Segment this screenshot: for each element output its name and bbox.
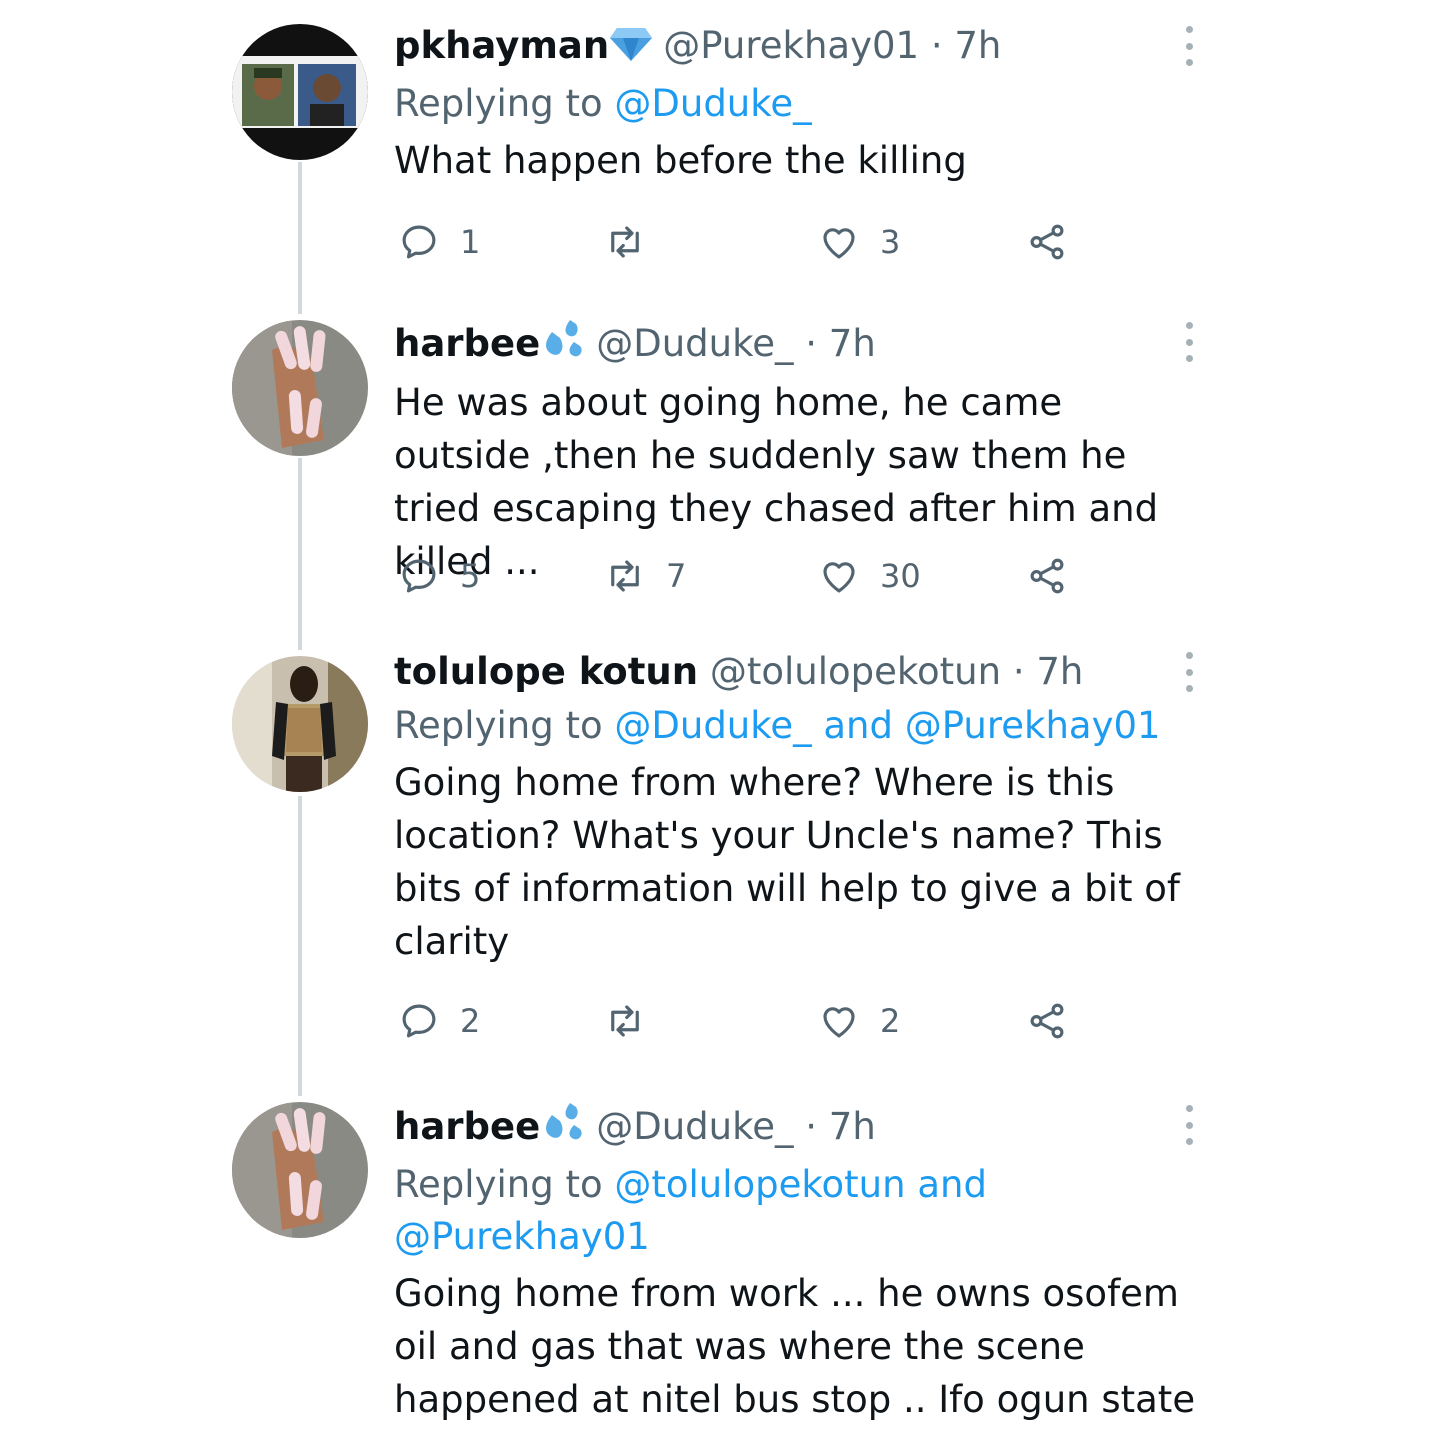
sweat-droplets-icon (540, 318, 586, 372)
thread-connector (298, 796, 302, 1096)
mention-link[interactable]: @Duduke_ (614, 82, 811, 125)
timestamp[interactable]: 7h (954, 24, 1001, 67)
heart-icon (823, 562, 855, 593)
tweet-text: Going home from work ... he owns osofem … (394, 1272, 1196, 1421)
retweet-icon (611, 226, 639, 258)
timestamp[interactable]: 7h (1036, 650, 1083, 693)
retweet-button[interactable] (604, 218, 666, 266)
avatar[interactable] (232, 24, 368, 160)
avatar[interactable] (232, 1102, 368, 1238)
user-handle[interactable]: @Duduke_ (596, 1105, 793, 1148)
reply-icon (402, 559, 436, 593)
heart-icon (823, 228, 855, 259)
retweet-icon (611, 1005, 639, 1037)
thread-connector (298, 458, 302, 650)
tweet-header: harbee @Duduke_ · 7h (394, 318, 1204, 372)
tweet[interactable]: harbee @Duduke_ · 7h He was about going h… (394, 318, 1204, 595)
share-icon (1030, 1003, 1064, 1039)
share-icon (1030, 224, 1064, 260)
more-options-icon[interactable] (1182, 322, 1196, 362)
like-button[interactable]: 2 (818, 997, 900, 1045)
avatar[interactable] (232, 320, 368, 456)
reply-button[interactable]: 1 (398, 218, 480, 266)
thread-connector (298, 162, 302, 314)
share-button[interactable] (1026, 218, 1068, 266)
separator-dot: · (930, 24, 943, 67)
reply-icon (402, 1004, 436, 1038)
timestamp[interactable]: 7h (829, 1105, 876, 1148)
like-button[interactable]: 30 (818, 552, 921, 600)
display-name[interactable]: tolulope kotun (394, 650, 698, 693)
user-handle[interactable]: @tolulopekotun (710, 650, 1001, 693)
retweet-count: 7 (666, 557, 687, 595)
reply-count: 1 (460, 223, 481, 261)
display-name[interactable]: harbee (394, 1105, 540, 1148)
display-name[interactable]: harbee (394, 322, 540, 365)
separator-dot: · (805, 1105, 818, 1148)
tweet-header: harbee @Duduke_ · 7h (394, 1101, 1204, 1155)
replying-prefix: Replying to (394, 82, 603, 125)
share-icon (1030, 558, 1064, 594)
tweet-text: What happen before the killing (394, 139, 967, 182)
tweet[interactable]: pkhayman @Purekhay01 · 7h Replying to @Du… (394, 22, 1204, 261)
tweet-actions: 1 3 (394, 218, 1094, 266)
separator-dot: · (1012, 650, 1025, 693)
replying-prefix: Replying to (394, 704, 603, 747)
display-name[interactable]: pkhayman (394, 24, 609, 67)
more-options-icon[interactable] (1182, 26, 1196, 66)
reply-button[interactable]: 5 (398, 552, 480, 600)
user-handle[interactable]: @Duduke_ (596, 322, 793, 365)
retweet-button[interactable] (604, 997, 666, 1045)
share-button[interactable] (1026, 997, 1068, 1045)
reply-count: 5 (460, 557, 481, 595)
share-button[interactable] (1026, 552, 1068, 600)
diamond-icon (609, 26, 653, 74)
heart-icon (823, 1007, 855, 1038)
replying-to: Replying to @Duduke_ and @Purekhay01 (394, 700, 1204, 752)
more-options-icon[interactable] (1182, 652, 1196, 692)
reply-icon (402, 225, 436, 259)
retweet-button[interactable]: 7 (604, 552, 686, 600)
replying-to: Replying to @tolulopekotun and @Purekhay… (394, 1159, 1204, 1263)
separator-dot: · (805, 322, 818, 365)
reply-button[interactable]: 2 (398, 997, 480, 1045)
reply-count: 2 (460, 1002, 481, 1040)
user-handle[interactable]: @Purekhay01 (663, 24, 919, 67)
tweet-actions: 5 7 30 (394, 552, 1094, 600)
like-count: 30 (880, 557, 921, 595)
sweat-droplets-icon (540, 1101, 586, 1155)
like-button[interactable]: 3 (818, 218, 900, 266)
replying-to: Replying to @Duduke_ (394, 78, 1204, 130)
like-count: 3 (880, 223, 901, 261)
like-count: 2 (880, 1002, 901, 1040)
tweet-actions: 2 2 (394, 997, 1094, 1045)
tweet[interactable]: harbee @Duduke_ · 7h Replying to @tolulop… (394, 1101, 1204, 1426)
tweet-header: pkhayman @Purekhay01 · 7h (394, 22, 1204, 74)
more-options-icon[interactable] (1182, 1105, 1196, 1145)
timestamp[interactable]: 7h (829, 322, 876, 365)
mention-link[interactable]: @Duduke_ and @Purekhay01 (614, 704, 1160, 747)
tweet-header: tolulope kotun @tolulopekotun · 7h (394, 648, 1204, 696)
retweet-icon (611, 560, 639, 592)
avatar[interactable] (232, 656, 368, 792)
tweet-text: Going home from where? Where is this loc… (394, 761, 1180, 963)
replying-prefix: Replying to (394, 1163, 603, 1206)
tweet[interactable]: tolulope kotun @tolulopekotun · 7h Reply… (394, 648, 1204, 1040)
